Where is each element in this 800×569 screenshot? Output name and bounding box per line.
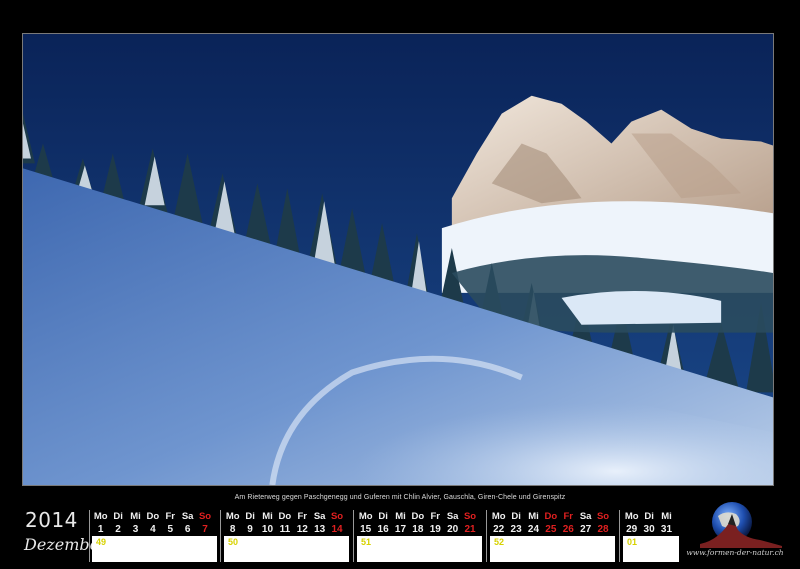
- weekday-label: Mo: [225, 511, 240, 522]
- day-number: 19: [429, 524, 441, 535]
- weekday-label: Sa: [181, 511, 194, 522]
- day-number: 20: [447, 524, 459, 535]
- day-number: 4: [150, 524, 156, 535]
- week-number: 01: [623, 536, 679, 547]
- calendar-divider: [220, 510, 221, 562]
- day-number: 29: [626, 524, 638, 535]
- weekday-label: Di: [378, 511, 388, 522]
- weekday-label: Di: [113, 511, 123, 522]
- day-number: 28: [597, 524, 609, 535]
- weekday-label: Mi: [395, 511, 406, 522]
- weekday-label: Fr: [297, 511, 308, 522]
- day-number: 26: [562, 524, 574, 535]
- day-number: 18: [412, 524, 424, 535]
- day-number: 12: [296, 524, 308, 535]
- day-number: 13: [314, 524, 326, 535]
- weekday-label: Mo: [93, 511, 108, 522]
- calendar-divider: [89, 510, 90, 562]
- weekday-label: Mi: [130, 511, 141, 522]
- notes-area: [490, 547, 615, 562]
- weekday-label: Sa: [579, 511, 592, 522]
- weekday-label: So: [596, 511, 610, 522]
- weekday-label: Mi: [262, 511, 273, 522]
- weekday-label: So: [463, 511, 477, 522]
- week-number: 50: [224, 536, 349, 547]
- website-url: www.formen-der-natur.ch: [686, 548, 784, 557]
- weekday-label: Sa: [446, 511, 459, 522]
- calendar-divider: [353, 510, 354, 562]
- weekday-label: So: [198, 511, 212, 522]
- notes-area: [92, 547, 217, 562]
- weekday-label: Do: [544, 511, 558, 522]
- calendar-week: Mo Di Mi Do Fr Sa So 22 23 24 25 26 27 28 52: [490, 510, 615, 562]
- day-number: 30: [643, 524, 655, 535]
- day-number: 10: [261, 524, 274, 535]
- weekday-label: Do: [278, 511, 292, 522]
- weekday-label: Mo: [491, 511, 506, 522]
- day-number: 27: [580, 524, 592, 535]
- weekday-label: Mi: [528, 511, 539, 522]
- calendar-week: Mo Di Mi Do Fr Sa So 1 2 3 4 5 6 7 49: [92, 510, 217, 562]
- day-number: 11: [279, 524, 291, 535]
- weekday-label: Di: [511, 511, 521, 522]
- day-number: 5: [167, 524, 174, 535]
- day-number: 21: [464, 524, 476, 535]
- day-number: 3: [132, 524, 139, 535]
- landscape-photo: [22, 33, 774, 486]
- weekday-label: Mi: [661, 511, 672, 522]
- day-number: 6: [184, 524, 191, 535]
- photo-caption: Am Rieterweg gegen Paschgenegg und Gufer…: [234, 494, 566, 501]
- day-number: 15: [360, 524, 372, 535]
- calendar-week: Mo Di Mi 29 30 31 01: [623, 510, 679, 562]
- winter-mountain-scene: [23, 34, 773, 485]
- day-number: 17: [394, 524, 407, 535]
- day-number: 22: [493, 524, 505, 535]
- weekday-label: Fr: [563, 511, 574, 522]
- weekday-label: So: [330, 511, 344, 522]
- day-number: 31: [660, 524, 673, 535]
- weekday-label: Fr: [430, 511, 441, 522]
- weekday-label: Do: [146, 511, 160, 522]
- week-number: 52: [490, 536, 615, 547]
- weekday-label: Mo: [358, 511, 373, 522]
- notes-area: [224, 547, 349, 562]
- day-number: 16: [377, 524, 389, 535]
- day-number: 8: [229, 524, 236, 535]
- day-number: 1: [97, 524, 104, 535]
- week-number: 51: [357, 536, 482, 547]
- weekday-label: Mo: [624, 511, 639, 522]
- day-number: 25: [545, 524, 557, 535]
- day-number: 24: [527, 524, 540, 535]
- day-number: 7: [202, 524, 208, 535]
- week-number: 49: [92, 536, 217, 547]
- day-number: 2: [115, 524, 121, 535]
- calendar-week: Mo Di Mi Do Fr Sa So 15 16 17 18 19 20 21 51: [357, 510, 482, 562]
- weekday-label: Di: [245, 511, 255, 522]
- calendar-divider: [619, 510, 620, 562]
- calendar-divider: [486, 510, 487, 562]
- calendar-week: Mo Di Mi Do Fr Sa So 8 9 10 11 12 13 14 50: [224, 510, 349, 562]
- day-number: 23: [510, 524, 522, 535]
- weekday-label: Di: [644, 511, 654, 522]
- notes-area: [357, 547, 482, 562]
- day-number: 14: [331, 524, 343, 535]
- day-number: 9: [247, 524, 253, 535]
- weekday-label: Fr: [165, 511, 176, 522]
- weekday-label: Do: [411, 511, 425, 522]
- weekday-label: Sa: [313, 511, 326, 522]
- calendar-year: 2014: [25, 508, 78, 532]
- notes-area: [623, 547, 679, 562]
